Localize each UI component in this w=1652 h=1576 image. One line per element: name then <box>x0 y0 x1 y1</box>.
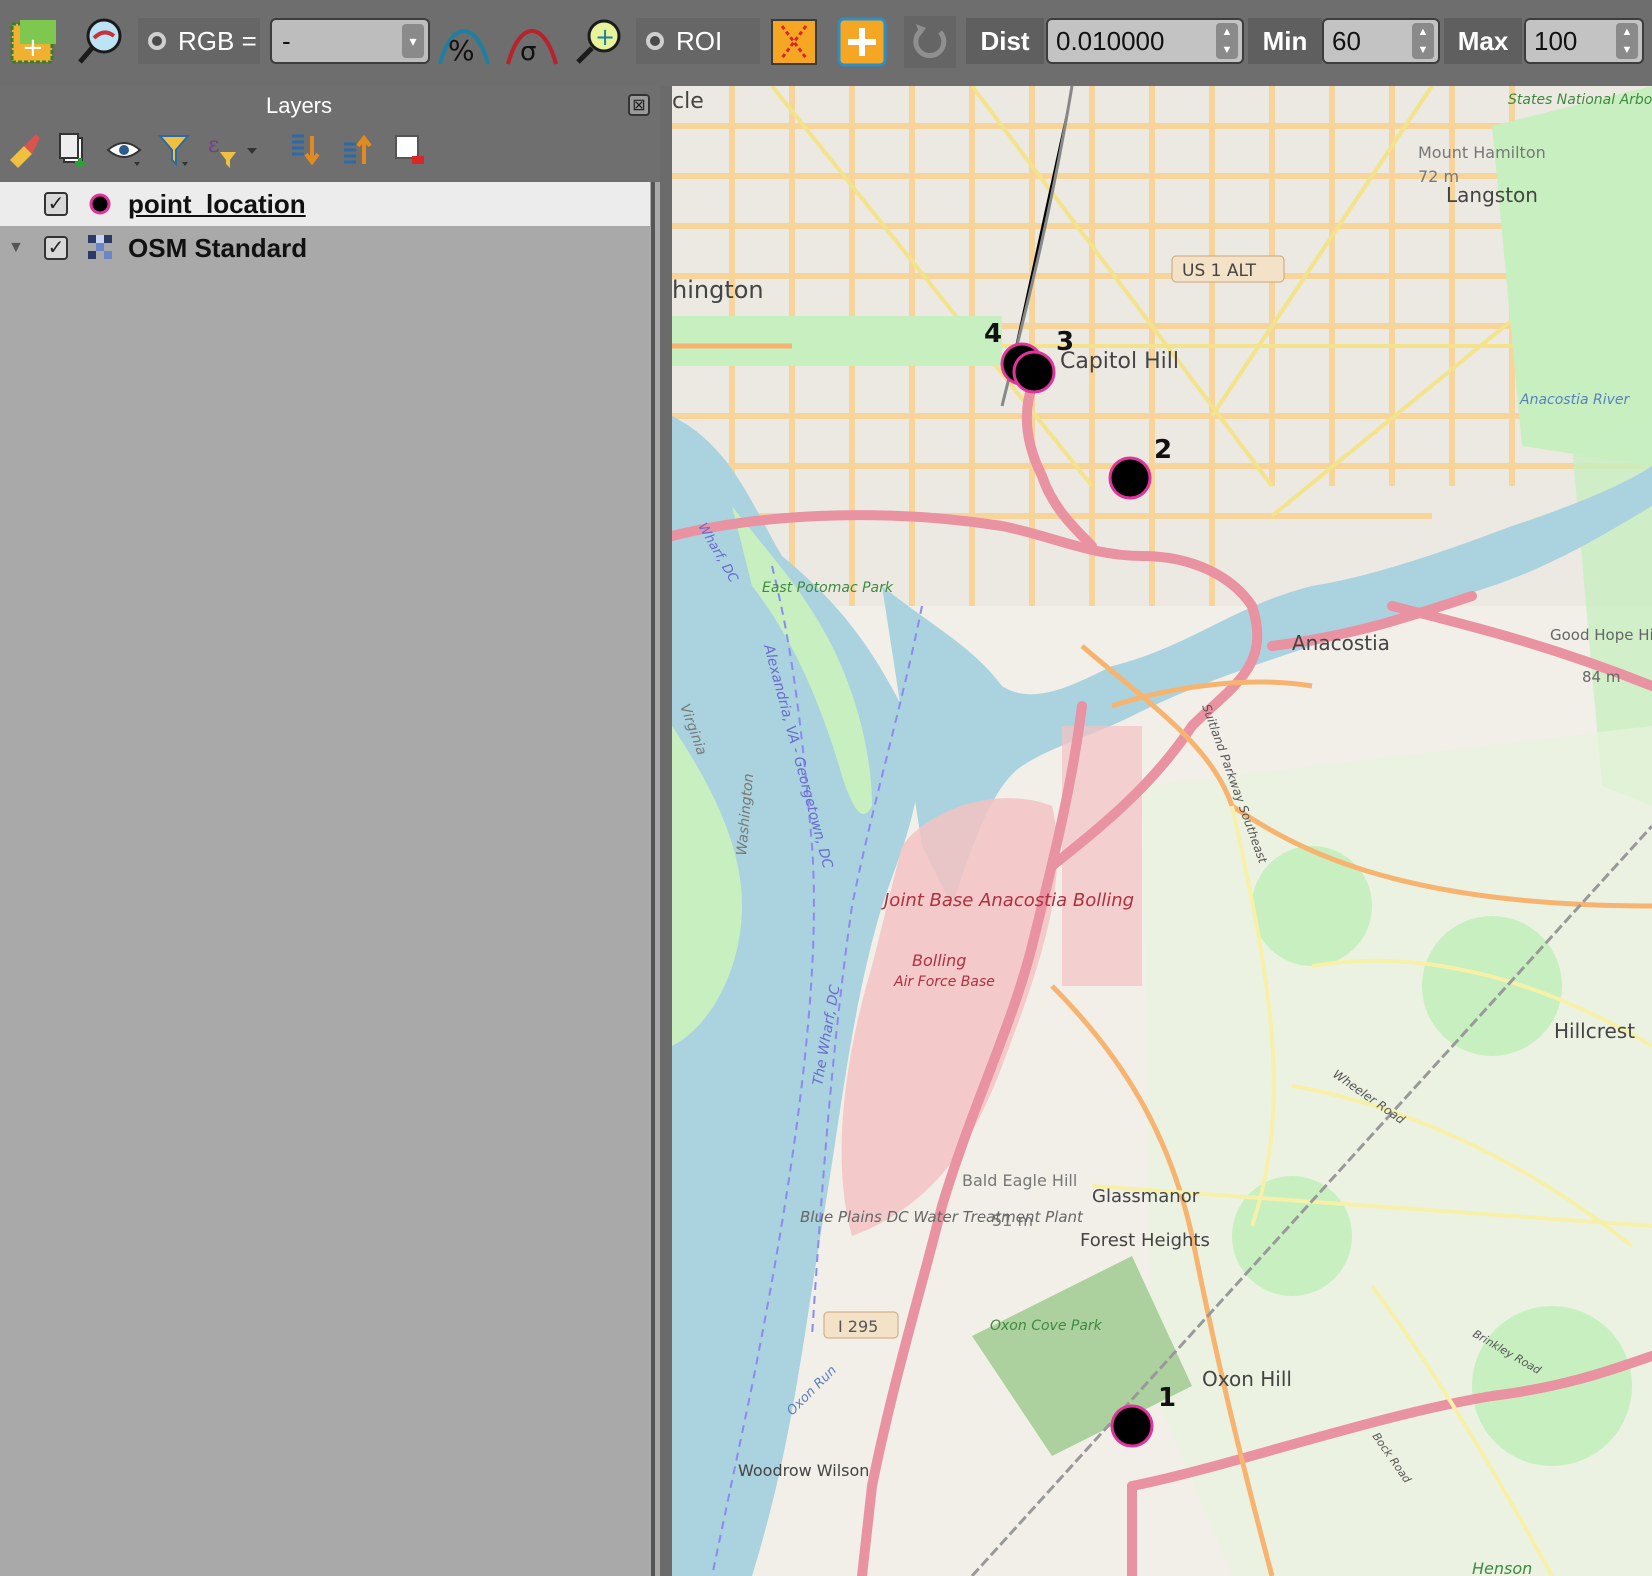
point-feature-1[interactable] <box>1110 1404 1154 1448</box>
map-label: States National Arboretum <box>1508 92 1652 108</box>
point-feature-2[interactable] <box>1108 456 1152 500</box>
svg-text:+: + <box>22 33 44 63</box>
add-roi-icon[interactable] <box>836 16 888 68</box>
spin-arrows-icon[interactable]: ▲ ▼ <box>1412 23 1434 59</box>
percent-curve-icon[interactable]: % <box>438 16 490 68</box>
raster-tile-icon <box>88 235 112 259</box>
undo-icon[interactable] <box>904 16 956 68</box>
expand-triangle-icon[interactable]: ▼ <box>8 239 24 257</box>
map-label: Air Force Base <box>893 974 995 990</box>
eye-icon[interactable] <box>106 130 142 170</box>
dist-label: Dist <box>966 18 1044 64</box>
map-label: Forest Heights <box>1080 1230 1210 1251</box>
roi-radio[interactable]: ROI <box>636 18 760 64</box>
max-spinbox[interactable]: 100 ▲ ▼ <box>1524 18 1644 64</box>
filter-icon[interactable] <box>156 130 192 170</box>
layer-row-point-location[interactable]: ✓ point_location <box>0 182 650 226</box>
point-feature-3[interactable] <box>1012 350 1056 394</box>
map-label: Anacostia <box>1292 631 1390 655</box>
point-label: 3 <box>1056 327 1074 357</box>
map-label: Glassmanor <box>1092 1186 1200 1207</box>
remove-layer-icon[interactable] <box>392 130 428 170</box>
max-label: Max <box>1444 18 1522 64</box>
rgb-label: RGB = <box>178 25 257 56</box>
rgb-band-value: - <box>282 25 291 56</box>
layer-name: point_location <box>128 188 306 219</box>
map-label: Joint Base Anacostia Bolling <box>881 890 1134 911</box>
map-label: Oxon Cove Park <box>990 1318 1103 1334</box>
map-label: Blue Plains DC Water Treatment Plant <box>800 1208 1084 1226</box>
zoom-plus-icon[interactable]: + <box>574 16 626 68</box>
layer-name: OSM Standard <box>128 232 308 263</box>
layer-visibility-checkbox[interactable]: ✓ <box>44 236 68 260</box>
layer-visibility-checkbox[interactable]: ✓ <box>44 192 68 216</box>
map-label: Langston <box>1446 183 1538 207</box>
map-label: Anacostia River <box>1519 392 1631 408</box>
chevron-down-icon[interactable] <box>244 130 260 170</box>
min-spinbox[interactable]: 60 ▲ ▼ <box>1322 18 1440 64</box>
map-label: hington <box>672 276 764 304</box>
map-label: 84 m <box>1582 668 1620 686</box>
svg-text:σ: σ <box>520 37 536 67</box>
chevron-down-icon[interactable]: ▾ <box>402 24 424 58</box>
svg-text:%: % <box>448 34 475 67</box>
rgb-radio[interactable]: RGB = <box>138 18 260 64</box>
osm-basemap: cle hington Capitol Hill US 1 ALT Mount … <box>672 86 1652 1576</box>
layers-panel: Layers ⊠ ε ✓ point_location ▼ ✓ OSM Stan… <box>0 86 660 1576</box>
layer-row-osm-standard[interactable]: ▼ ✓ OSM Standard <box>0 226 650 270</box>
add-group-icon[interactable] <box>56 130 92 170</box>
svg-text:ε: ε <box>208 133 219 158</box>
max-value: 100 <box>1534 25 1578 56</box>
style-brush-icon[interactable] <box>6 130 42 170</box>
map-label: Mount Hamilton <box>1418 143 1546 162</box>
map-label: Good Hope Hill <box>1550 626 1652 644</box>
map-label: East Potomac Park <box>762 580 894 596</box>
map-label: Oxon Hill <box>1202 1367 1292 1391</box>
dist-value: 0.010000 <box>1056 25 1165 56</box>
roi-radio-dot[interactable] <box>646 32 664 50</box>
map-label: Woodrow Wilson <box>738 1461 869 1480</box>
point-label: 4 <box>984 319 1002 349</box>
map-label: Hillcrest <box>1554 1019 1635 1043</box>
point-symbol-icon <box>89 193 111 215</box>
map-toolbar: + RGB = - ▾ % σ + ROI Dist 0.010000 ▲ ▼ … <box>0 0 1652 86</box>
map-label: cle <box>672 89 704 114</box>
map-label: Bald Eagle Hill <box>962 1171 1077 1190</box>
sigma-curve-icon[interactable]: σ <box>506 16 558 68</box>
close-icon[interactable]: ⊠ <box>628 94 650 116</box>
expand-all-icon[interactable] <box>288 130 324 170</box>
point-label: 2 <box>1154 435 1172 465</box>
map-label: Bolling <box>912 951 966 970</box>
svg-text:+: + <box>595 23 615 51</box>
map-canvas[interactable]: cle hington Capitol Hill US 1 ALT Mount … <box>672 86 1652 1576</box>
dist-spinbox[interactable]: 0.010000 ▲ ▼ <box>1046 18 1244 64</box>
rgb-band-combo[interactable]: - ▾ <box>270 18 430 64</box>
roi-label: ROI <box>676 25 723 56</box>
spin-arrows-icon[interactable]: ▲ ▼ <box>1616 23 1638 59</box>
map-zoom-icon[interactable] <box>76 16 128 68</box>
map-label: US 1 ALT <box>1182 261 1257 281</box>
rgb-radio-dot[interactable] <box>148 32 166 50</box>
layers-panel-header: Layers ⊠ ε <box>0 86 660 182</box>
add-layer-icon[interactable]: + <box>8 16 60 68</box>
map-label: I 295 <box>838 1317 878 1336</box>
spin-arrows-icon[interactable]: ▲ ▼ <box>1216 23 1238 59</box>
layers-panel-title: Layers <box>265 93 333 118</box>
collapse-all-icon[interactable] <box>340 130 376 170</box>
layer-tree: ✓ point_location ▼ ✓ OSM Standard <box>0 182 655 1576</box>
min-value: 60 <box>1332 25 1361 56</box>
map-label: Henson <box>1472 1559 1532 1576</box>
map-label: Capitol Hill <box>1060 349 1179 374</box>
min-label: Min <box>1248 18 1322 64</box>
roi-remove-icon[interactable] <box>768 16 820 68</box>
expression-filter-icon[interactable]: ε <box>206 130 242 170</box>
point-label: 1 <box>1158 1383 1176 1413</box>
